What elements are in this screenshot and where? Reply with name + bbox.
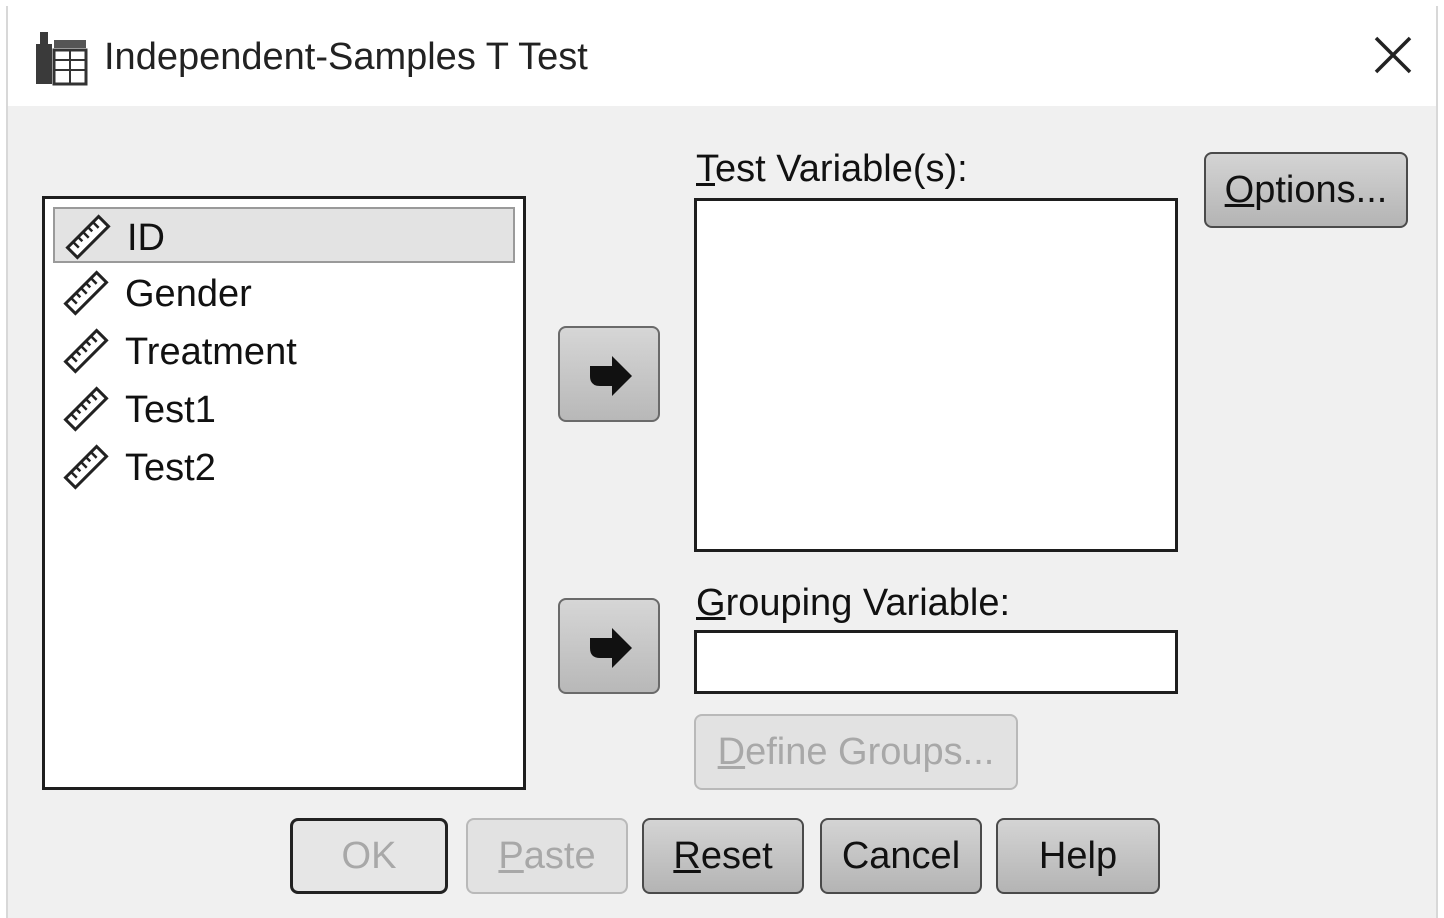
variable-name: Gender [125, 273, 252, 315]
options-button[interactable]: Options... [1204, 152, 1408, 228]
source-variable-list[interactable]: ID Gender Treatment Test1 Test2 [42, 196, 526, 790]
variable-name: Test1 [125, 389, 216, 431]
variable-name: Treatment [125, 331, 297, 373]
right-arrow-icon [590, 356, 632, 396]
grouping-variable-field[interactable] [694, 630, 1178, 694]
scale-ruler-icon [63, 444, 109, 490]
grouping-variable-label-text: rouping Variable: [725, 582, 1011, 624]
options-label: ptions... [1254, 169, 1388, 211]
move-to-test-variables-button[interactable] [558, 326, 660, 422]
scale-ruler-icon [65, 214, 111, 260]
define-groups-label: efine Groups... [745, 731, 995, 773]
move-to-grouping-variable-button[interactable] [558, 598, 660, 694]
right-arrow-icon [590, 628, 632, 668]
list-item[interactable]: Treatment [53, 323, 515, 379]
grouping-variable-mnemonic: G [696, 582, 726, 624]
list-item[interactable]: Test1 [53, 381, 515, 437]
test-variables-label: Test Variable(s): [696, 148, 968, 191]
test-variables-mnemonic: T [696, 148, 715, 190]
ok-label: OK [341, 835, 397, 877]
options-mnemonic: O [1224, 169, 1255, 211]
window-title: Independent-Samples T Test [104, 36, 588, 78]
paste-label: aste [523, 835, 596, 877]
scale-ruler-icon [63, 386, 109, 432]
test-variables-label-text: est Variable(s): [715, 148, 968, 190]
reset-button[interactable]: Reset [642, 818, 804, 894]
t-test-dialog: Independent-Samples T Test ID Gender Tre… [6, 6, 1438, 918]
list-item[interactable]: Gender [53, 265, 515, 321]
reset-mnemonic: R [673, 835, 701, 877]
list-item[interactable]: ID [53, 207, 515, 263]
paste-button[interactable]: Paste [466, 818, 628, 894]
paste-mnemonic: P [498, 835, 524, 877]
close-icon[interactable] [1368, 30, 1418, 80]
test-variables-list[interactable] [694, 198, 1178, 552]
scale-ruler-icon [63, 328, 109, 374]
cancel-button[interactable]: Cancel [820, 818, 982, 894]
t-test-dialog-icon [36, 32, 88, 86]
help-label: Help [1038, 835, 1118, 877]
define-groups-mnemonic: D [717, 731, 746, 773]
help-button[interactable]: Help [996, 818, 1160, 894]
define-groups-button[interactable]: Define Groups... [694, 714, 1018, 790]
title-bar: Independent-Samples T Test [8, 6, 1436, 106]
list-item[interactable]: Test2 [53, 439, 515, 495]
ok-button[interactable]: OK [290, 818, 448, 894]
variable-name: ID [127, 217, 165, 259]
variable-name: Test2 [125, 447, 216, 489]
scale-ruler-icon [63, 270, 109, 316]
reset-label: eset [700, 835, 773, 877]
cancel-label: Cancel [841, 835, 961, 877]
grouping-variable-label: Grouping Variable: [696, 582, 1010, 625]
